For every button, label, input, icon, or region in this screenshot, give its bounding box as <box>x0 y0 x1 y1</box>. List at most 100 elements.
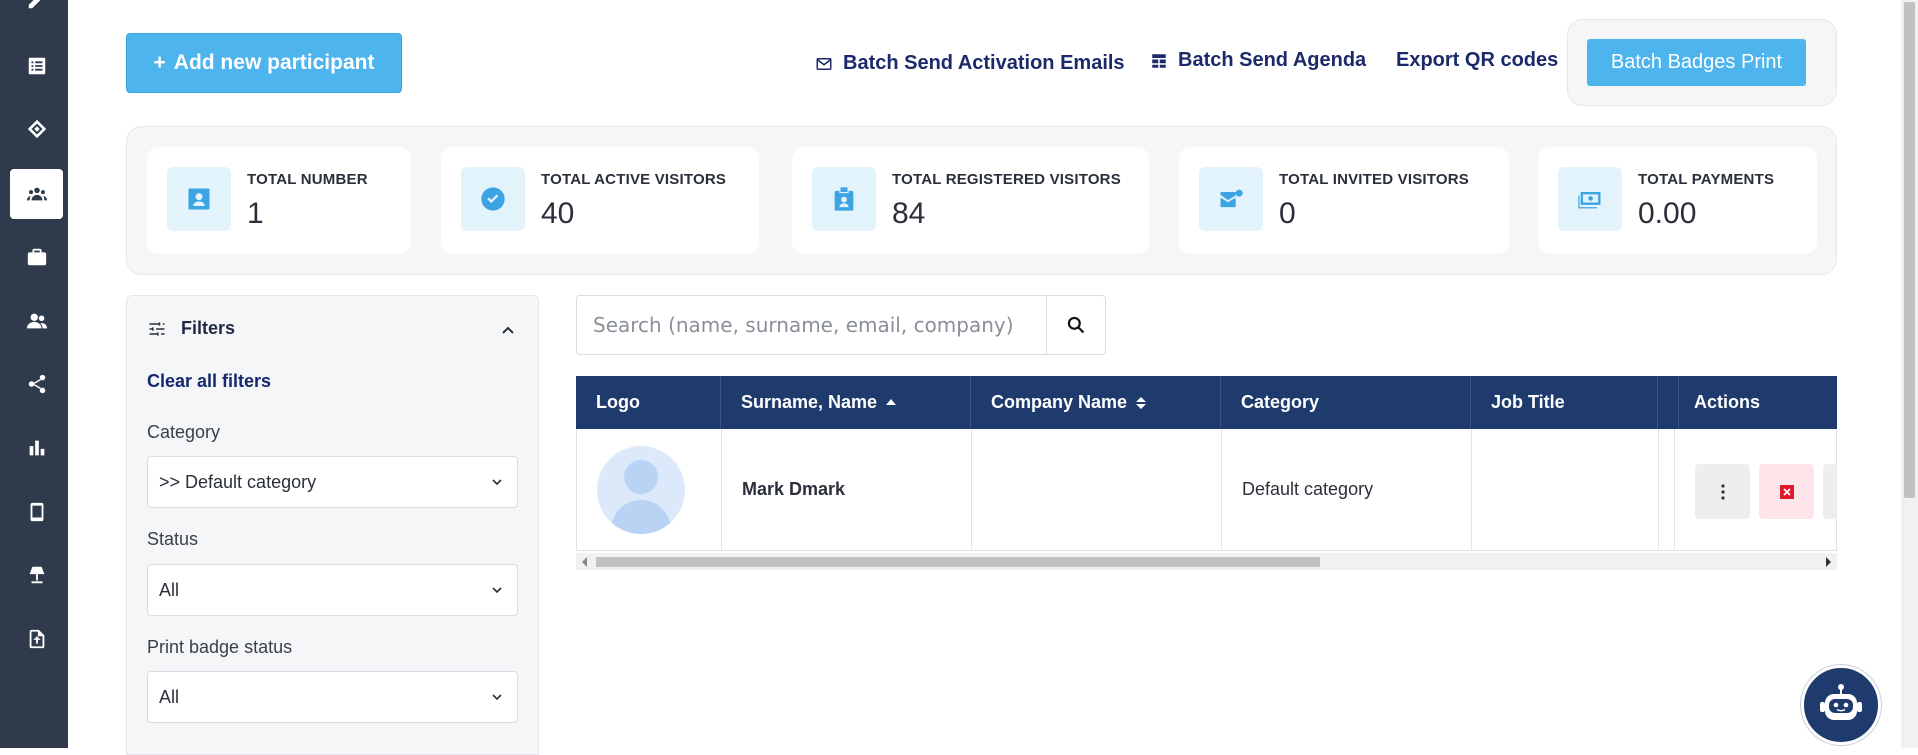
cell-spacer <box>1659 429 1675 550</box>
share-icon <box>28 374 45 394</box>
column-label: Surname, Name <box>741 392 878 412</box>
sidebar-item-tickets[interactable] <box>10 104 63 154</box>
sidebar-item-participants[interactable] <box>10 169 63 219</box>
search-icon <box>1067 316 1085 334</box>
sidebar-item-mobile[interactable] <box>10 487 63 537</box>
sidebar-item-import[interactable] <box>10 614 63 664</box>
robot-icon <box>1820 684 1862 720</box>
briefcase-icon <box>27 248 46 266</box>
print-badge-status-select[interactable]: All <box>147 671 518 723</box>
cell-logo <box>577 429 722 550</box>
scroll-thumb[interactable] <box>596 557 1320 567</box>
add-participant-label: Add new participant <box>173 51 375 74</box>
page-scroll-thumb[interactable] <box>1904 2 1915 498</box>
more-vertical-icon <box>1720 483 1725 500</box>
stat-value: 1 <box>247 197 264 230</box>
stat-value: 0 <box>1279 197 1296 230</box>
stat-value: 40 <box>541 197 575 230</box>
print-badge-status-label: Print badge status <box>147 637 293 657</box>
table-horizontal-scrollbar[interactable] <box>576 553 1837 570</box>
column-header-category: Category <box>1221 376 1471 429</box>
avatar <box>597 445 685 534</box>
stat-card-total-number: TOTAL NUMBER 1 <box>147 147 411 254</box>
stat-label: TOTAL ACTIVE VISITORS <box>541 171 727 188</box>
cell-category: Default category <box>1222 429 1472 550</box>
chevron-up-icon[interactable] <box>500 322 516 338</box>
export-qr-codes-link[interactable]: Export QR codes <box>1396 49 1558 72</box>
stat-label: TOTAL INVITED VISITORS <box>1279 171 1469 188</box>
sidebar <box>0 0 68 748</box>
clear-all-filters-link[interactable]: Clear all filters <box>147 371 271 392</box>
sidebar-item-lamp[interactable] <box>10 550 63 600</box>
participant-category: Default category <box>1242 479 1374 499</box>
sidebar-item-edit[interactable] <box>10 0 63 25</box>
batch-activation-emails-link[interactable]: Batch Send Activation Emails <box>815 52 1125 75</box>
status-select[interactable]: All <box>147 564 518 616</box>
id-badge-icon <box>834 187 854 211</box>
scroll-right-icon[interactable] <box>1826 557 1831 567</box>
file-upload-icon <box>29 629 44 649</box>
contact-card-icon <box>188 188 210 210</box>
sidebar-item-statistics[interactable] <box>10 423 63 473</box>
sidebar-item-list[interactable] <box>10 41 63 91</box>
filters-title: Filters <box>181 318 236 338</box>
add-participant-button[interactable]: + Add new participant <box>126 33 402 93</box>
filters-header[interactable]: Filters <box>147 318 235 339</box>
search-input[interactable] <box>577 296 1046 354</box>
batch-badges-container: Batch Badges Print <box>1567 19 1837 106</box>
pencil-icon <box>28 0 40 9</box>
chevron-down-icon <box>492 587 502 594</box>
lamp-icon <box>29 566 44 584</box>
print-badge-status-value: All <box>159 686 180 707</box>
scroll-left-icon[interactable] <box>582 557 587 567</box>
sliders-icon <box>149 321 165 336</box>
category-select[interactable]: >> Default category <box>147 456 518 508</box>
column-label: Actions <box>1694 392 1761 412</box>
cell-job-title <box>1472 429 1659 550</box>
search-button[interactable] <box>1046 296 1105 354</box>
batch-send-agenda-link[interactable]: Batch Send Agenda <box>1150 49 1366 72</box>
search-bar <box>576 295 1106 355</box>
participants-icon <box>26 187 47 201</box>
column-header-actions: Actions <box>1674 376 1837 429</box>
stats-panel: TOTAL NUMBER 1 TOTAL ACTIVE VISITORS 40 … <box>126 126 1837 275</box>
chatbot-button[interactable] <box>1801 665 1881 745</box>
stat-label: TOTAL REGISTERED VISITORS <box>892 171 1121 188</box>
more-actions-button[interactable] <box>1695 464 1750 519</box>
column-header-name[interactable]: Surname, Name <box>721 376 971 429</box>
users-icon <box>26 313 47 329</box>
cell-name: Mark Dmark <box>722 429 972 550</box>
column-header-company[interactable]: Company Name <box>971 376 1221 429</box>
column-label: Logo <box>596 392 640 412</box>
sidebar-item-users[interactable] <box>10 296 63 346</box>
extra-action-button[interactable] <box>1823 464 1837 519</box>
sort-asc-icon <box>886 398 897 405</box>
page-scrollbar[interactable] <box>1901 0 1918 748</box>
mail-notification-icon <box>1220 189 1243 208</box>
stat-card-invited-visitors: TOTAL INVITED VISITORS 0 <box>1179 147 1509 254</box>
grid-icon <box>1152 53 1166 68</box>
cell-actions <box>1675 429 1837 550</box>
table-row[interactable]: Mark Dmark Default category <box>576 429 1837 551</box>
column-label: Company Name <box>991 392 1128 412</box>
check-circle-icon <box>481 187 505 211</box>
chevron-down-icon <box>492 479 502 486</box>
participants-table: Logo Surname, Name Company Name Category… <box>576 376 1837 572</box>
status-select-value: All <box>159 579 180 600</box>
list-icon <box>28 57 45 75</box>
column-label: Category <box>1241 392 1320 412</box>
delete-button[interactable] <box>1759 464 1814 519</box>
column-label: Job Title <box>1491 392 1565 412</box>
stat-label: TOTAL NUMBER <box>247 171 368 188</box>
plus-icon: + <box>153 51 166 74</box>
batch-activation-label: Batch Send Activation Emails <box>843 52 1125 74</box>
sidebar-item-exhibitors[interactable] <box>10 232 63 282</box>
column-header-logo: Logo <box>576 376 721 429</box>
sidebar-item-share[interactable] <box>10 359 63 409</box>
batch-badges-print-button[interactable]: Batch Badges Print <box>1587 39 1806 86</box>
filters-panel: Filters Clear all filters Category >> De… <box>126 295 539 755</box>
mail-icon <box>816 57 832 70</box>
stat-value: 84 <box>892 197 926 230</box>
chevron-down-icon <box>492 694 502 701</box>
export-qr-label: Export QR codes <box>1396 49 1559 71</box>
